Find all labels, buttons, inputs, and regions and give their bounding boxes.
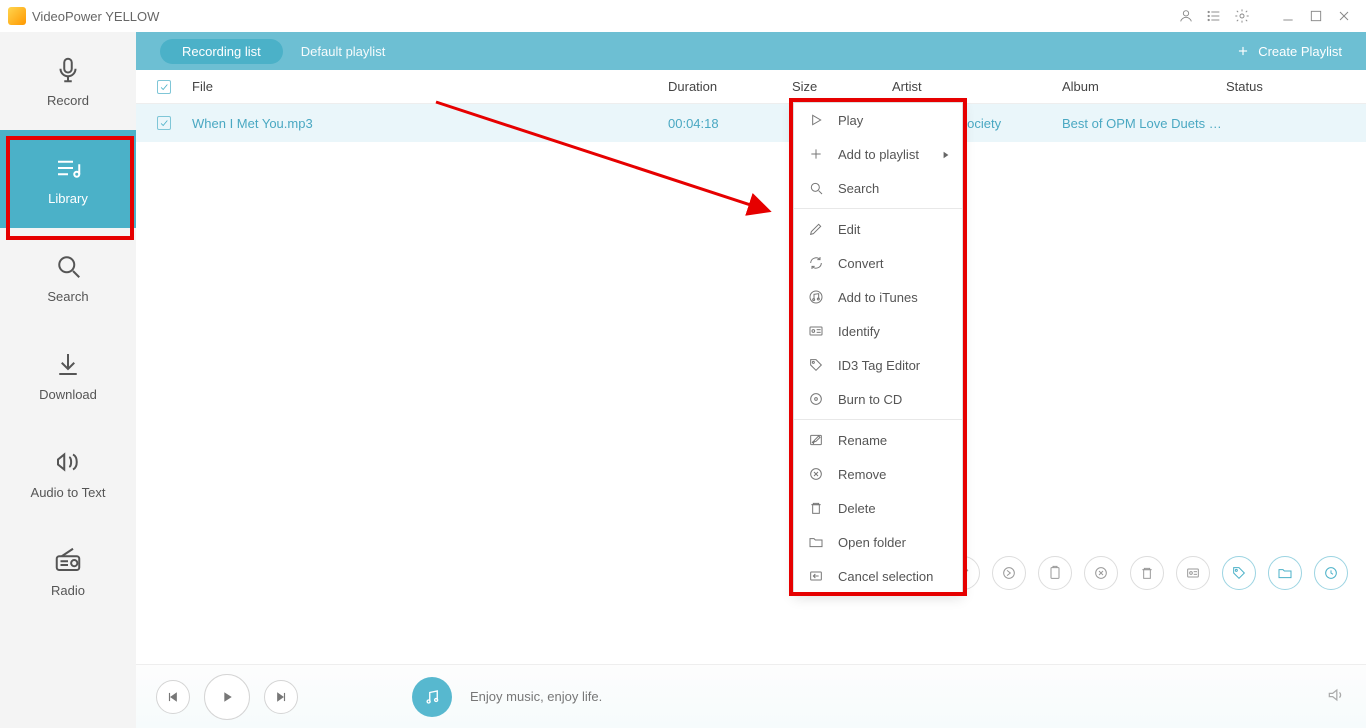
play-icon — [806, 110, 826, 130]
create-playlist-label: Create Playlist — [1258, 44, 1342, 59]
rename-icon — [806, 430, 826, 450]
menu-burn-to-cd[interactable]: Burn to CD — [794, 382, 962, 416]
tool-remove-button[interactable] — [1084, 556, 1118, 590]
titlebar: VideoPower YELLOW — [0, 0, 1366, 32]
column-artist[interactable]: Artist — [892, 79, 1062, 94]
chevron-right-icon — [942, 147, 950, 162]
plus-icon — [1236, 44, 1250, 58]
disc-icon — [806, 389, 826, 409]
sidebar-label-record: Record — [47, 93, 89, 108]
menu-separator — [794, 208, 962, 209]
select-all-checkbox[interactable] — [157, 80, 171, 94]
list-icon[interactable] — [1200, 2, 1228, 30]
menu-convert[interactable]: Convert — [794, 246, 962, 280]
settings-icon[interactable] — [1228, 2, 1256, 30]
sidebar-item-record[interactable]: Record — [0, 32, 136, 130]
itunes-icon — [806, 287, 826, 307]
pencil-icon — [806, 219, 826, 239]
column-size[interactable]: Size — [792, 79, 892, 94]
minimize-button[interactable] — [1274, 2, 1302, 30]
sidebar-label-library: Library — [48, 191, 88, 206]
next-track-button[interactable] — [264, 680, 298, 714]
trash-icon — [806, 498, 826, 518]
column-duration[interactable]: Duration — [668, 79, 792, 94]
menu-add-to-playlist[interactable]: Add to playlist — [794, 137, 962, 171]
menu-search[interactable]: Search — [794, 171, 962, 205]
convert-icon — [806, 253, 826, 273]
sidebar-item-audio-to-text[interactable]: Audio to Text — [0, 424, 136, 522]
sidebar-item-search[interactable]: Search — [0, 228, 136, 326]
close-button[interactable] — [1330, 2, 1358, 30]
prev-track-button[interactable] — [156, 680, 190, 714]
menu-remove[interactable]: Remove — [794, 457, 962, 491]
maximize-button[interactable] — [1302, 2, 1330, 30]
context-menu: Play Add to playlist Search Edit Convert… — [793, 102, 963, 594]
column-album[interactable]: Album — [1062, 79, 1226, 94]
now-playing-icon — [412, 677, 452, 717]
menu-edit[interactable]: Edit — [794, 212, 962, 246]
cell-album: Best of OPM Love Duets & ... — [1062, 116, 1226, 131]
play-button[interactable] — [204, 674, 250, 720]
tool-clipboard-button[interactable] — [1038, 556, 1072, 590]
table-row[interactable]: When I Met You.mp3 00:04:18 7.75MB Apo H… — [136, 104, 1366, 142]
menu-id3-tag-editor[interactable]: ID3 Tag Editor — [794, 348, 962, 382]
sidebar-label-download: Download — [39, 387, 97, 402]
tab-recording-list[interactable]: Recording list — [160, 39, 283, 64]
sidebar-item-radio[interactable]: Radio — [0, 522, 136, 620]
menu-separator — [794, 419, 962, 420]
menu-play[interactable]: Play — [794, 103, 962, 137]
plus-icon — [806, 144, 826, 164]
sidebar-label-radio: Radio — [51, 583, 85, 598]
tool-tag-button[interactable] — [1222, 556, 1256, 590]
volume-button[interactable] — [1326, 685, 1346, 708]
menu-delete[interactable]: Delete — [794, 491, 962, 525]
content-area: Recording list Default playlist Create P… — [136, 32, 1366, 728]
tool-folder-button[interactable] — [1268, 556, 1302, 590]
tool-history-button[interactable] — [1314, 556, 1348, 590]
sidebar: Record Library Search Download Audio to … — [0, 32, 136, 728]
create-playlist-button[interactable]: Create Playlist — [1236, 44, 1342, 59]
menu-rename[interactable]: Rename — [794, 423, 962, 457]
account-icon[interactable] — [1172, 2, 1200, 30]
menu-open-folder[interactable]: Open folder — [794, 525, 962, 559]
id-card-icon — [806, 321, 826, 341]
tool-identify-button[interactable] — [1176, 556, 1210, 590]
menu-add-to-itunes[interactable]: Add to iTunes — [794, 280, 962, 314]
folder-icon — [806, 532, 826, 552]
sidebar-label-audio-to-text: Audio to Text — [31, 485, 106, 500]
app-logo-icon — [8, 7, 26, 25]
remove-icon — [806, 464, 826, 484]
tab-bar: Recording list Default playlist Create P… — [136, 32, 1366, 70]
column-status[interactable]: Status — [1226, 79, 1366, 94]
search-icon — [806, 178, 826, 198]
now-playing-text: Enjoy music, enjoy life. — [470, 689, 602, 704]
sidebar-label-search: Search — [47, 289, 88, 304]
cell-duration: 00:04:18 — [668, 116, 792, 131]
app-title: VideoPower YELLOW — [32, 9, 159, 24]
column-file[interactable]: File — [192, 79, 668, 94]
menu-cancel-selection[interactable]: Cancel selection — [794, 559, 962, 593]
tool-convert-button[interactable] — [992, 556, 1026, 590]
menu-identify[interactable]: Identify — [794, 314, 962, 348]
player-bar: Enjoy music, enjoy life. — [136, 664, 1366, 728]
cell-file: When I Met You.mp3 — [192, 116, 668, 131]
table-header: File Duration Size Artist Album Status — [136, 70, 1366, 104]
undo-icon — [806, 566, 826, 586]
sidebar-item-download[interactable]: Download — [0, 326, 136, 424]
tab-default-playlist[interactable]: Default playlist — [301, 44, 386, 59]
tool-delete-button[interactable] — [1130, 556, 1164, 590]
sidebar-item-library[interactable]: Library — [0, 130, 136, 228]
tag-icon — [806, 355, 826, 375]
row-checkbox[interactable] — [157, 116, 171, 130]
